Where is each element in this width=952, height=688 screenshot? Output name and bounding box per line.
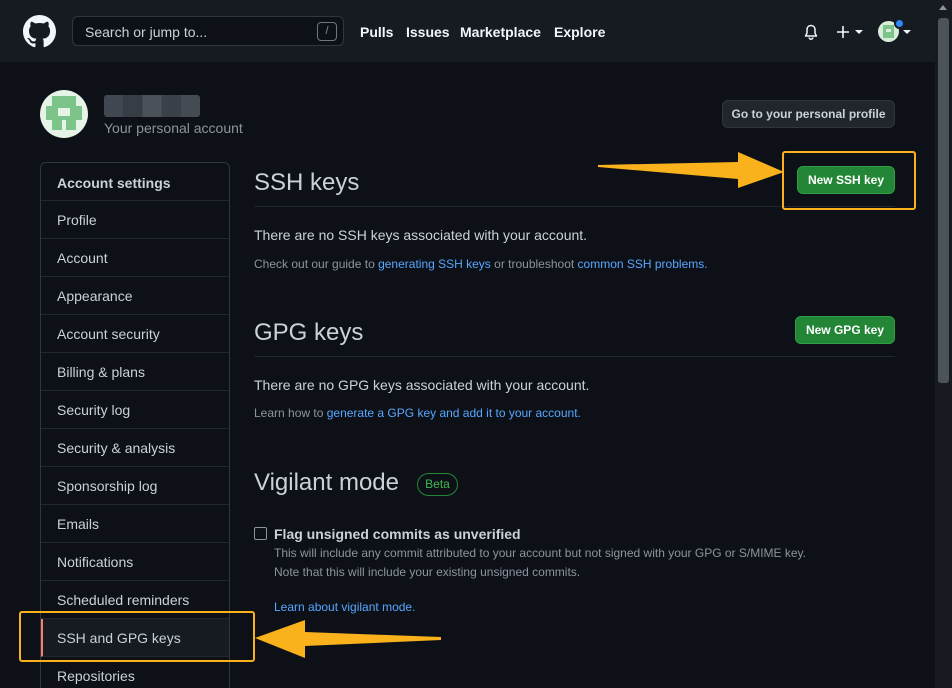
scroll-up-arrow-icon[interactable]: [939, 5, 947, 10]
go-to-profile-button[interactable]: Go to your personal profile: [722, 100, 895, 128]
beta-badge: Beta: [417, 473, 458, 496]
gpg-keys-heading: GPG keys: [254, 319, 364, 346]
ssh-help-text: Check out our guide to generating SSH ke…: [254, 257, 708, 271]
top-header: Search or jump to... / Pulls Issues Mark…: [0, 0, 935, 62]
sidebar-item-appearance[interactable]: Appearance: [41, 277, 229, 315]
sidebar-item-security-log[interactable]: Security log: [41, 391, 229, 429]
settings-sidebar: Account settings Profile Account Appeara…: [40, 162, 230, 688]
sidebar-item-sponsorship-log[interactable]: Sponsorship log: [41, 467, 229, 505]
highlight-box-ssh-gpg-keys: [19, 611, 255, 662]
highlight-box-new-ssh-key: [782, 151, 916, 210]
search-input[interactable]: Search or jump to... /: [72, 16, 344, 46]
ssh-help-middle: or troubleshoot: [490, 257, 578, 271]
sidebar-item-emails[interactable]: Emails: [41, 505, 229, 543]
chevron-down-icon: [903, 30, 911, 34]
vigilant-mode-heading: Vigilant mode: [254, 469, 399, 496]
sidebar-item-account-security[interactable]: Account security: [41, 315, 229, 353]
search-placeholder: Search or jump to...: [85, 24, 208, 40]
generating-ssh-keys-link[interactable]: generating SSH keys: [378, 257, 491, 271]
sidebar-heading: Account settings: [41, 163, 229, 201]
sidebar-item-notifications[interactable]: Notifications: [41, 543, 229, 581]
nav-explore[interactable]: Explore: [554, 24, 605, 40]
arrow-right-icon: [598, 152, 784, 188]
learn-vigilant-mode-link[interactable]: Learn about vigilant mode.: [274, 600, 415, 614]
blurred-username: [104, 95, 200, 117]
plus-icon: [837, 26, 849, 38]
divider: [254, 356, 895, 357]
arrow-left-icon: [255, 620, 441, 658]
sidebar-item-account[interactable]: Account: [41, 239, 229, 277]
sidebar-item-billing[interactable]: Billing & plans: [41, 353, 229, 391]
common-ssh-problems-link[interactable]: common SSH problems: [578, 257, 705, 271]
flag-unsigned-label[interactable]: Flag unsigned commits as unverified: [274, 526, 521, 542]
nav-issues[interactable]: Issues: [406, 24, 450, 40]
sidebar-item-security-analysis[interactable]: Security & analysis: [41, 429, 229, 467]
generate-gpg-key-link[interactable]: generate a GPG key and add it to your ac…: [327, 406, 578, 420]
github-logo-icon[interactable]: [23, 15, 56, 48]
scrollbar[interactable]: [935, 0, 952, 688]
search-shortcut-key: /: [317, 22, 337, 41]
notification-dot: [894, 18, 905, 29]
gpg-empty-message: There are no GPG keys associated with yo…: [254, 377, 590, 393]
bell-icon[interactable]: [803, 24, 819, 41]
nav-marketplace[interactable]: Marketplace: [460, 24, 541, 40]
ssh-help-suffix: .: [704, 257, 708, 271]
nav-pulls[interactable]: Pulls: [360, 24, 393, 40]
ssh-empty-message: There are no SSH keys associated with yo…: [254, 227, 588, 243]
gpg-help-suffix: .: [577, 406, 581, 420]
sidebar-item-profile[interactable]: Profile: [41, 201, 229, 239]
vigilant-description-line2: Note that this will include your existin…: [274, 565, 581, 579]
vigilant-description-line1: This will include any commit attributed …: [274, 546, 807, 560]
chevron-down-icon: [855, 30, 863, 34]
ssh-keys-heading: SSH keys: [254, 169, 360, 196]
profile-avatar[interactable]: [40, 90, 88, 138]
profile-subtitle: Your personal account: [104, 120, 243, 136]
ssh-help-prefix: Check out our guide to: [254, 257, 379, 271]
scrollbar-thumb[interactable]: [938, 18, 949, 383]
gpg-help-text: Learn how to generate a GPG key and add …: [254, 406, 581, 420]
new-gpg-key-button[interactable]: New GPG key: [795, 316, 895, 344]
flag-unsigned-checkbox[interactable]: [254, 527, 267, 540]
gpg-help-prefix: Learn how to: [254, 406, 327, 420]
